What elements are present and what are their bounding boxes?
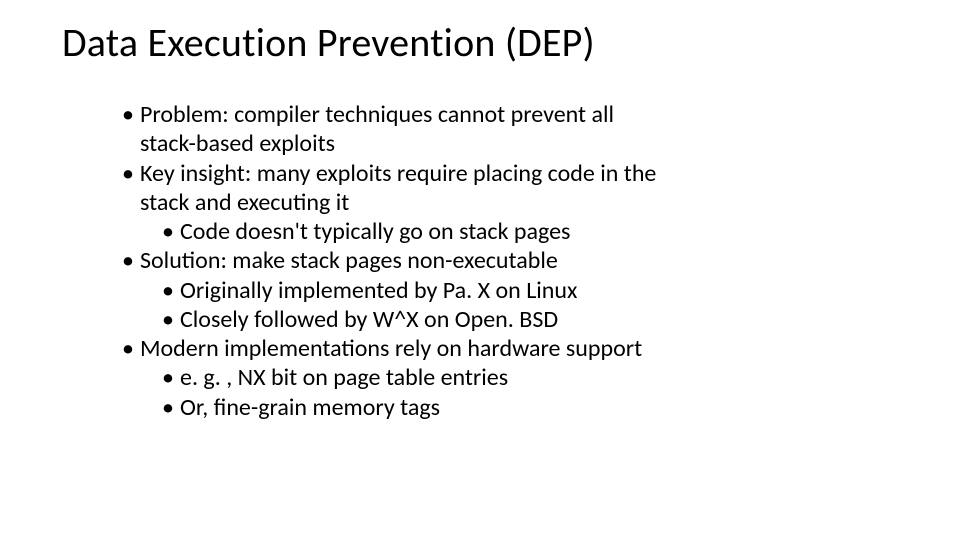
- bullet-solution-sub1: Originally implemented by Pa. X on Linux: [122, 276, 882, 305]
- bullet-modern-sub1: e. g. , NX bit on page table entries: [122, 363, 882, 392]
- bullet-problem: Problem: compiler techniques cannot prev…: [122, 100, 882, 129]
- bullet-key-insight: Key insight: many exploits require placi…: [122, 159, 882, 188]
- slide: Data Execution Prevention (DEP) Problem:…: [0, 0, 960, 540]
- slide-title: Data Execution Prevention (DEP): [62, 18, 595, 67]
- bullet-modern-sub2: Or, fine-grain memory tags: [122, 393, 882, 422]
- bullet-key-insight-sub1: Code doesn't typically go on stack pages: [122, 217, 882, 246]
- bullet-key-insight-cont: stack and executing it: [122, 188, 882, 217]
- bullet-modern: Modern implementations rely on hardware …: [122, 334, 882, 363]
- slide-body: Problem: compiler techniques cannot prev…: [122, 100, 882, 422]
- bullet-solution-sub2: Closely followed by W^X on Open. BSD: [122, 305, 882, 334]
- bullet-solution: Solution: make stack pages non-executabl…: [122, 246, 882, 275]
- bullet-problem-cont: stack-based exploits: [122, 129, 882, 158]
